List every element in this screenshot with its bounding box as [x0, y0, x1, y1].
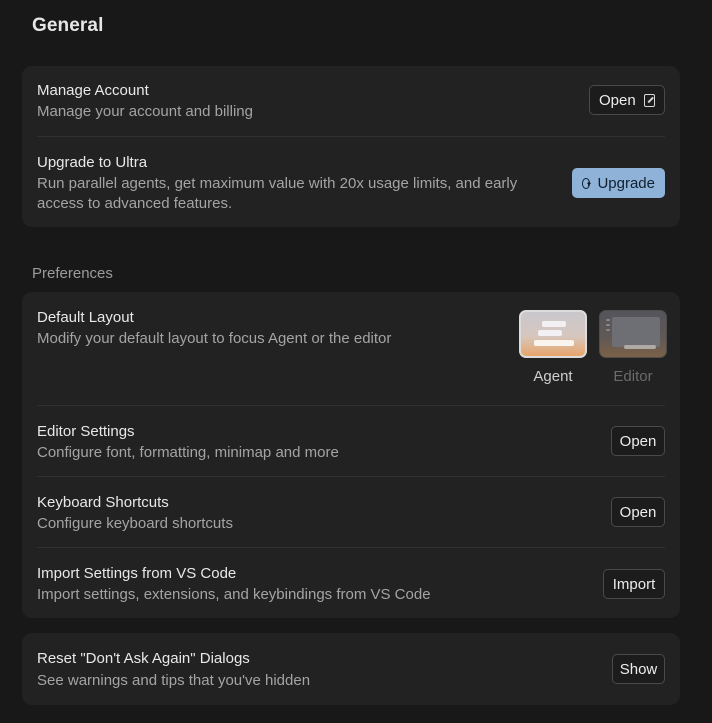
arrow-up-circle-icon	[582, 177, 591, 189]
thumb-bar	[534, 340, 574, 346]
manage-account-open-button[interactable]: Open	[589, 85, 665, 115]
editor-layout-thumbnail	[599, 310, 667, 358]
thumb-bar	[538, 330, 562, 336]
editor-settings-row: Editor Settings Configure font, formatti…	[37, 405, 665, 476]
reset-dialogs-description: See warnings and tips that you've hidden	[37, 672, 311, 689]
import-vscode-title: Import Settings from VS Code	[37, 565, 237, 582]
dialogs-card: Reset "Don't Ask Again" Dialogs See warn…	[22, 633, 680, 705]
keyboard-shortcuts-title: Keyboard Shortcuts	[37, 494, 169, 511]
keyboard-shortcuts-row: Keyboard Shortcuts Configure keyboard sh…	[37, 476, 665, 547]
upgrade-ultra-description: Run parallel agents, get maximum value w…	[37, 175, 518, 212]
editor-settings-title: Editor Settings	[37, 423, 135, 440]
preferences-section-label: Preferences	[32, 265, 113, 282]
reset-dialogs-title: Reset "Don't Ask Again" Dialogs	[37, 650, 250, 667]
thumb-bar	[612, 317, 660, 347]
preferences-card: Default Layout Modify your default layou…	[22, 292, 680, 618]
manage-account-row: Manage Account Manage your account and b…	[37, 66, 665, 136]
default-layout-description: Modify your default layout to focus Agen…	[37, 330, 392, 347]
layout-option-editor[interactable]: Editor	[599, 310, 667, 385]
thumb-bar	[606, 319, 610, 321]
editor-settings-open-button[interactable]: Open	[611, 426, 665, 456]
layout-option-agent[interactable]: Agent	[519, 310, 587, 385]
import-vscode-button[interactable]: Import	[603, 569, 665, 599]
external-link-icon	[643, 93, 655, 107]
default-layout-title: Default Layout	[37, 309, 134, 326]
manage-account-open-label: Open	[599, 91, 636, 109]
thumb-bar	[606, 324, 610, 326]
editor-settings-description: Configure font, formatting, minimap and …	[37, 444, 339, 461]
settings-general-page: General Manage Account Manage your accou…	[0, 0, 712, 723]
layout-option-editor-label: Editor	[613, 368, 653, 385]
thumb-bar	[624, 345, 656, 349]
thumb-bar	[606, 329, 610, 331]
upgrade-ultra-row: Upgrade to Ultra Run parallel agents, ge…	[37, 136, 665, 227]
upgrade-ultra-title: Upgrade to Ultra	[37, 154, 148, 171]
thumb-bar	[542, 321, 566, 327]
manage-account-description: Manage your account and billing	[37, 103, 253, 120]
account-card: Manage Account Manage your account and b…	[22, 66, 680, 227]
page-title: General	[32, 15, 104, 36]
agent-layout-thumbnail	[519, 310, 587, 358]
keyboard-shortcuts-description: Configure keyboard shortcuts	[37, 515, 233, 532]
upgrade-button-label: Upgrade	[597, 174, 655, 192]
keyboard-shortcuts-open-button[interactable]: Open	[611, 497, 665, 527]
upgrade-button[interactable]: Upgrade	[572, 168, 665, 198]
import-vscode-description: Import settings, extensions, and keybind…	[37, 586, 431, 603]
reset-dialogs-row: Reset "Don't Ask Again" Dialogs See warn…	[37, 633, 665, 705]
default-layout-row: Default Layout Modify your default layou…	[37, 292, 667, 405]
import-vscode-row: Import Settings from VS Code Import sett…	[37, 547, 665, 618]
manage-account-title: Manage Account	[37, 82, 149, 99]
layout-option-agent-label: Agent	[533, 368, 573, 385]
reset-dialogs-show-button[interactable]: Show	[612, 654, 665, 684]
